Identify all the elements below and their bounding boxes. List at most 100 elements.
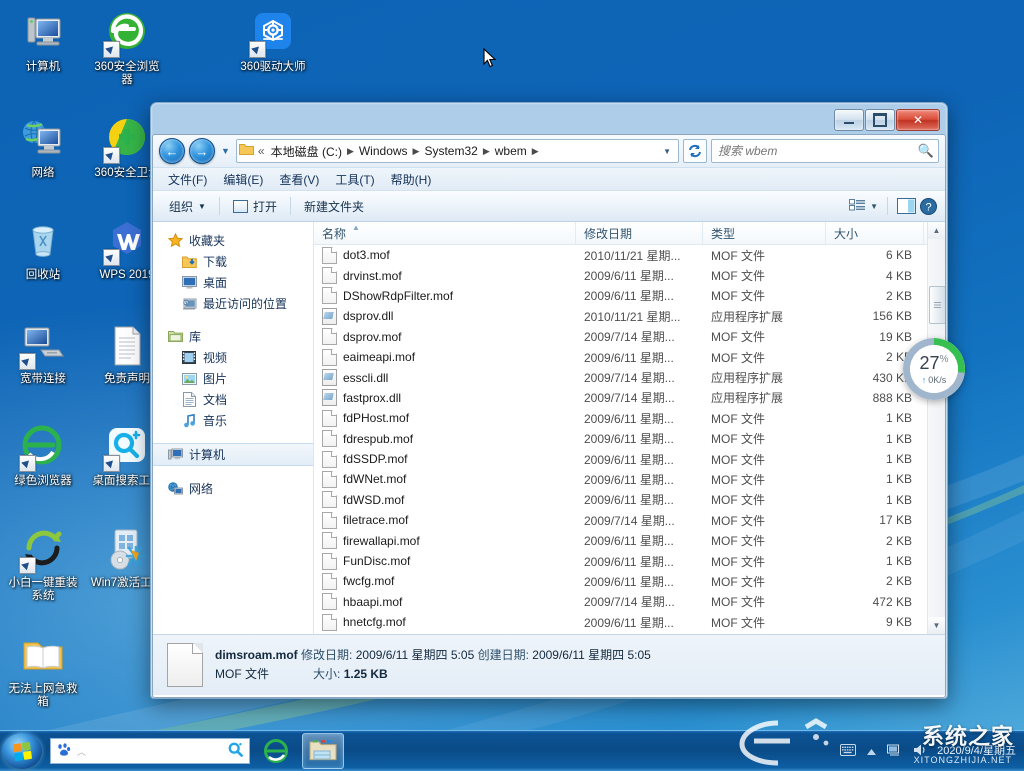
menu-view[interactable]: 查看(V): [272, 169, 326, 190]
table-row[interactable]: esscli.dll2009/7/14 星期...应用程序扩展430 KB: [314, 367, 927, 387]
search-input[interactable]: [716, 143, 918, 159]
file-name-cell[interactable]: fdPHost.mof: [314, 410, 576, 427]
breadcrumb-item-wbem[interactable]: wbem: [492, 143, 530, 159]
nav-item-pictures[interactable]: 图片: [153, 368, 313, 389]
table-row[interactable]: fdSSDP.mof2009/6/11 星期...MOF 文件1 KB: [314, 449, 927, 469]
desktop-icon-computer[interactable]: 计算机: [4, 10, 82, 74]
file-name-cell[interactable]: fdrespub.mof: [314, 430, 576, 447]
column-header-date[interactable]: 修改日期: [576, 222, 703, 244]
keyboard-tray-icon[interactable]: [840, 744, 856, 759]
file-name-cell[interactable]: fdSSDP.mof: [314, 451, 576, 468]
scroll-thumb[interactable]: [929, 286, 946, 324]
file-name-cell[interactable]: hbaapi.mof: [314, 593, 576, 610]
nav-item-network[interactable]: 网络: [153, 478, 313, 499]
breadcrumb-separator-icon[interactable]: ▶: [530, 146, 541, 157]
nav-item-videos[interactable]: 视频: [153, 347, 313, 368]
file-name-cell[interactable]: fdWSD.mof: [314, 491, 576, 508]
new-folder-button[interactable]: 新建文件夹: [296, 195, 372, 218]
desktop-icon-recycle-bin[interactable]: 回收站: [4, 218, 82, 282]
view-dropdown-icon[interactable]: ▼: [870, 202, 878, 211]
nav-item-downloads[interactable]: 下载: [153, 251, 313, 272]
table-row[interactable]: DShowRdpFilter.mof2009/6/11 星期...MOF 文件2…: [314, 286, 927, 306]
search-box[interactable]: 🔍: [711, 139, 939, 163]
scroll-up-button[interactable]: ▲: [928, 222, 945, 239]
help-icon[interactable]: ?: [920, 198, 937, 215]
table-row[interactable]: dsprov.mof2009/7/14 星期...MOF 文件19 KB: [314, 327, 927, 347]
table-row[interactable]: firewallapi.mof2009/6/11 星期...MOF 文件2 KB: [314, 530, 927, 550]
table-row[interactable]: hnetcfg.mof2009/6/11 星期...MOF 文件9 KB: [314, 612, 927, 632]
file-name-cell[interactable]: firewallapi.mof: [314, 532, 576, 549]
volume-tray-icon[interactable]: [913, 743, 927, 760]
360-speed-ball-widget[interactable]: 27% ↑ 0K/s: [903, 338, 965, 400]
file-name-cell[interactable]: filetrace.mof: [314, 512, 576, 529]
breadcrumb-prefix[interactable]: «: [255, 143, 268, 159]
refresh-button[interactable]: [683, 139, 707, 163]
search-icon[interactable]: 🔍: [918, 143, 934, 159]
column-header-size[interactable]: 大小: [826, 222, 924, 244]
preview-pane-icon[interactable]: [897, 198, 916, 214]
table-row[interactable]: eaimeapi.mof2009/6/11 星期...MOF 文件2 KB: [314, 347, 927, 367]
table-row[interactable]: fdrespub.mof2009/6/11 星期...MOF 文件1 KB: [314, 429, 927, 449]
nav-item-recent-places[interactable]: 最近访问的位置: [153, 293, 313, 314]
search-glass-icon[interactable]: [228, 742, 243, 760]
breadcrumb-separator-icon[interactable]: ▶: [411, 146, 422, 157]
table-row[interactable]: dot3.mof2010/11/21 星期...MOF 文件6 KB: [314, 245, 927, 265]
breadcrumb-item-drive[interactable]: 本地磁盘 (C:): [268, 142, 345, 161]
explorer-window[interactable]: ✕ ← → ▼ « 本地磁盘 (C:) ▶ Windows ▶ System3: [150, 102, 948, 699]
table-row[interactable]: fdPHost.mof2009/6/11 星期...MOF 文件1 KB: [314, 408, 927, 428]
table-row[interactable]: fdWNet.mof2009/6/11 星期...MOF 文件1 KB: [314, 469, 927, 489]
file-name-cell[interactable]: dsprov.dll: [314, 308, 576, 325]
file-rows-container[interactable]: dot3.mof2010/11/21 星期...MOF 文件6 KBdrvins…: [314, 245, 927, 634]
nav-item-desktop[interactable]: 桌面: [153, 272, 313, 293]
minimize-button[interactable]: [834, 109, 864, 131]
file-name-cell[interactable]: dsprov.mof: [314, 328, 576, 345]
table-row[interactable]: drvinst.mof2009/6/11 星期...MOF 文件4 KB: [314, 265, 927, 285]
file-name-cell[interactable]: fastprox.dll: [314, 389, 576, 406]
start-button[interactable]: [2, 733, 42, 769]
table-row[interactable]: FunDisc.mof2009/6/11 星期...MOF 文件1 KB: [314, 551, 927, 571]
breadcrumb-separator-icon[interactable]: ▶: [345, 146, 356, 157]
nav-item-computer[interactable]: 计算机: [153, 443, 313, 466]
file-name-cell[interactable]: esscli.dll: [314, 369, 576, 386]
view-options-icon[interactable]: [849, 199, 866, 214]
nav-group-favorites[interactable]: 收藏夹: [153, 230, 313, 251]
desktop-icon-rescue-folder[interactable]: 无法上网急救箱: [4, 632, 82, 709]
table-row[interactable]: fastprox.dll2009/7/14 星期...应用程序扩展888 KB: [314, 388, 927, 408]
menu-help[interactable]: 帮助(H): [384, 169, 439, 190]
back-button[interactable]: ←: [159, 138, 185, 164]
maximize-button[interactable]: [865, 109, 895, 131]
window-title-bar[interactable]: ✕: [152, 104, 946, 134]
organize-button[interactable]: 组织 ▼: [161, 195, 214, 218]
desktop-icon-360-driver-master[interactable]: 360驱动大师: [234, 10, 312, 74]
desktop-icon-broadband[interactable]: 宽带连接: [4, 322, 82, 386]
scroll-track[interactable]: [929, 240, 944, 616]
explorer-taskbar-button[interactable]: [302, 733, 344, 769]
desktop-icon-network[interactable]: 网络: [4, 116, 82, 180]
recent-pages-dropdown[interactable]: ▼: [219, 146, 232, 156]
desktop-icon-green-browser[interactable]: 绿色浏览器: [4, 424, 82, 488]
nav-item-music[interactable]: 音乐: [153, 410, 313, 431]
navigation-pane[interactable]: 收藏夹 下载 桌面: [153, 222, 314, 634]
file-name-cell[interactable]: fdWNet.mof: [314, 471, 576, 488]
file-name-cell[interactable]: hnetcfg.mof: [314, 614, 576, 631]
file-list-pane[interactable]: ▲ 名称 修改日期 类型 大小 dot3.mof2010/11/21 星期...…: [314, 222, 927, 634]
breadcrumb-item-system32[interactable]: System32: [421, 143, 480, 159]
nav-group-libraries[interactable]: 库: [153, 326, 313, 347]
table-row[interactable]: hbaapi.mof2009/7/14 星期...MOF 文件472 KB: [314, 592, 927, 612]
nav-item-documents[interactable]: 文档: [153, 389, 313, 410]
file-name-cell[interactable]: FunDisc.mof: [314, 553, 576, 570]
open-button[interactable]: 打开: [225, 195, 285, 218]
file-name-cell[interactable]: drvinst.mof: [314, 267, 576, 284]
forward-button[interactable]: →: [189, 138, 215, 164]
table-row[interactable]: fwcfg.mof2009/6/11 星期...MOF 文件2 KB: [314, 571, 927, 591]
file-name-cell[interactable]: fwcfg.mof: [314, 573, 576, 590]
table-row[interactable]: fdWSD.mof2009/6/11 星期...MOF 文件1 KB: [314, 490, 927, 510]
desktop-icon-360-browser[interactable]: 360安全浏览器: [88, 10, 166, 87]
breadcrumb-item-windows[interactable]: Windows: [356, 143, 411, 159]
column-header-type[interactable]: 类型: [703, 222, 826, 244]
breadcrumb-address-bar[interactable]: « 本地磁盘 (C:) ▶ Windows ▶ System32 ▶ wbem …: [236, 139, 679, 163]
scroll-down-button[interactable]: ▼: [928, 617, 945, 634]
file-name-cell[interactable]: dot3.mof: [314, 247, 576, 264]
table-row[interactable]: filetrace.mof2009/7/14 星期...MOF 文件17 KB: [314, 510, 927, 530]
chevron-up-icon[interactable]: ︿: [77, 745, 86, 758]
